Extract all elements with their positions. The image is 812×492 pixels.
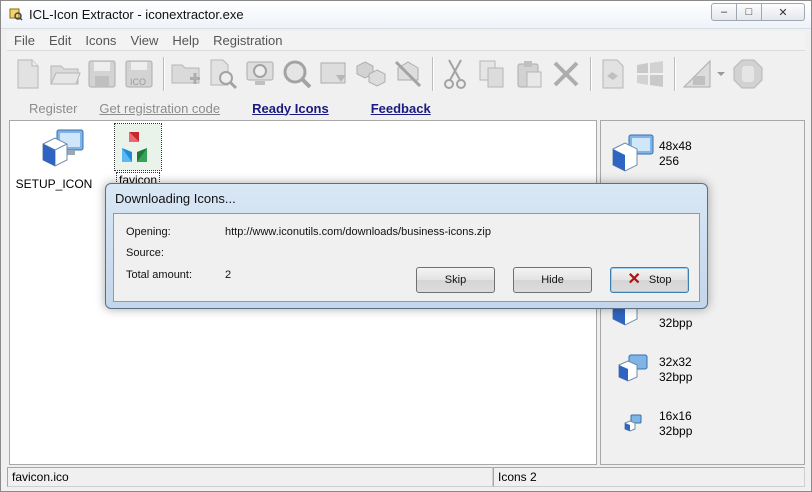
export-icon[interactable]	[317, 55, 351, 93]
menu-bar: File Edit Icons View Help Registration	[7, 31, 805, 51]
format-entry[interactable]: 48x48 256	[611, 133, 801, 177]
icon-item-setup[interactable]: SETUP_ICON	[12, 126, 96, 191]
toolbar-separator	[163, 57, 165, 91]
save-icon[interactable]	[85, 55, 119, 93]
minimize-button[interactable]: –	[711, 3, 737, 21]
cut-icon[interactable]	[438, 55, 472, 93]
menu-registration[interactable]: Registration	[206, 33, 289, 48]
computer-icon	[624, 414, 642, 432]
toolbar-separator	[432, 57, 434, 91]
save-ico-icon[interactable]: ICO	[122, 55, 156, 93]
computer-icon	[618, 354, 648, 382]
opening-value: http://www.iconutils.com/downloads/busin…	[225, 226, 491, 238]
format-size: 48x48	[659, 139, 692, 153]
menu-view[interactable]: View	[123, 33, 165, 48]
computer-icon	[42, 129, 84, 167]
format-depth: 32bpp	[659, 370, 693, 384]
hide-button[interactable]: Hide	[513, 267, 592, 293]
title-bar: ICL-Icon Extractor - iconextractor.exe –…	[1, 1, 811, 29]
window-title: ICL-Icon Extractor - iconextractor.exe	[29, 7, 244, 22]
status-file: favicon.ico	[7, 467, 493, 487]
app-window: ICL-Icon Extractor - iconextractor.exe –…	[0, 0, 812, 492]
favicon-icon	[114, 123, 162, 171]
toolbar-separator	[590, 57, 592, 91]
zoom-icon[interactable]	[280, 55, 314, 93]
opening-label: Opening:	[126, 226, 171, 238]
dialog-body: Opening: http://www.iconutils.com/downlo…	[113, 213, 700, 302]
windows-icon[interactable]	[633, 55, 667, 93]
format-size: 16x16	[659, 409, 692, 423]
icon-item-favicon[interactable]: favicon	[96, 123, 180, 188]
paste-icon[interactable]	[512, 55, 546, 93]
stop-icon[interactable]	[731, 55, 765, 93]
get-registration-code-link[interactable]: Get registration code	[99, 101, 220, 116]
menu-help[interactable]: Help	[165, 33, 206, 48]
menu-icons[interactable]: Icons	[78, 33, 123, 48]
toolbar: ICO	[11, 53, 801, 95]
quick-links: Register Get registration code Ready Ico…	[7, 98, 805, 118]
format-entry[interactable]: 32x32 32bpp	[611, 349, 801, 393]
search-file-icon[interactable]	[206, 55, 240, 93]
format-size: 32x32	[659, 355, 692, 369]
register-link[interactable]: Register	[29, 101, 77, 116]
status-count: Icons 2	[493, 467, 805, 487]
copy-icon[interactable]	[475, 55, 509, 93]
source-label: Source:	[126, 247, 164, 259]
stop-button-label: Stop	[648, 274, 672, 286]
delete-icon[interactable]	[549, 55, 583, 93]
ready-icons-link[interactable]: Ready Icons	[252, 101, 329, 116]
cubes-icon[interactable]	[354, 55, 388, 93]
menu-file[interactable]: File	[7, 33, 42, 48]
feedback-link[interactable]: Feedback	[371, 101, 431, 116]
maximize-button[interactable]: □	[736, 3, 762, 21]
stop-x-icon: ✕	[627, 271, 641, 288]
format-entry[interactable]: 16x16 32bpp	[611, 403, 801, 447]
total-amount-value: 2	[225, 269, 232, 281]
scan-computer-icon[interactable]	[243, 55, 277, 93]
format-depth: 256	[659, 154, 680, 168]
new-icon[interactable]	[11, 55, 45, 93]
open-folder-icon[interactable]	[48, 55, 82, 93]
resize-icon[interactable]	[680, 55, 728, 93]
close-button[interactable]: ✕	[761, 3, 805, 21]
svg-text:ICO: ICO	[130, 77, 146, 87]
extract-icon[interactable]	[391, 55, 425, 93]
toolbar-separator	[674, 57, 676, 91]
icon-label: SETUP_ICON	[15, 177, 93, 191]
dialog-title: Downloading Icons...	[115, 191, 236, 206]
app-icon	[9, 8, 23, 21]
downloading-dialog: Downloading Icons... Opening: http://www…	[105, 183, 708, 309]
total-amount-label: Total amount:	[126, 269, 193, 281]
properties-icon[interactable]	[596, 55, 630, 93]
status-bar: favicon.ico Icons 2	[7, 467, 805, 487]
menu-edit[interactable]: Edit	[42, 33, 78, 48]
format-depth: 32bpp	[659, 424, 693, 438]
format-depth: 32bpp	[659, 316, 693, 330]
skip-button[interactable]: Skip	[416, 267, 495, 293]
add-folder-icon[interactable]	[169, 55, 203, 93]
stop-button[interactable]: ✕ Stop	[610, 267, 689, 293]
computer-icon	[612, 134, 654, 172]
